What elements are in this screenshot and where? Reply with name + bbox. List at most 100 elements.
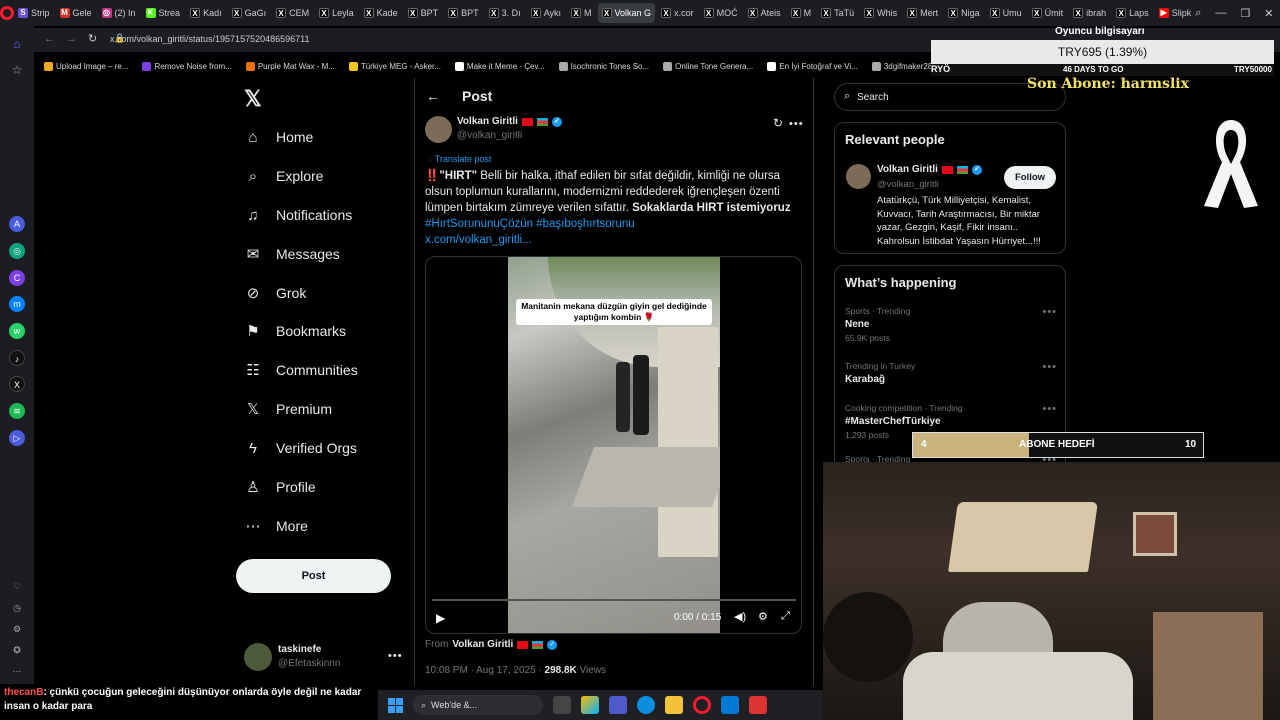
browser-tab[interactable]: X MOĆ bbox=[700, 3, 742, 23]
bookmark-item[interactable]: Isochronic Tones So... bbox=[558, 61, 649, 71]
browser-tab[interactable]: X GaGı bbox=[228, 3, 271, 23]
browser-tab[interactable]: K Strea bbox=[142, 3, 185, 23]
bulb-icon[interactable]: ✪ bbox=[9, 642, 25, 658]
aria-icon[interactable]: A bbox=[9, 216, 25, 232]
post-menu-icon[interactable]: ••• bbox=[789, 118, 804, 130]
browser-tab[interactable]: Xx.cor bbox=[657, 3, 698, 23]
reload-icon[interactable]: ↻ bbox=[88, 32, 97, 45]
browser-tab[interactable]: X Niga bbox=[944, 3, 984, 23]
person-name[interactable]: Volkan Giritli bbox=[877, 164, 938, 175]
bookmark-item[interactable]: Make it Meme - Çev... bbox=[454, 61, 545, 71]
nav-item-bookmarks[interactable]: ⚑ Bookmarks bbox=[244, 322, 346, 340]
nav-item-messages[interactable]: ✉ Messages bbox=[244, 245, 340, 263]
settings-icon[interactable]: ⚙ bbox=[9, 621, 25, 637]
bookmark-item[interactable]: Purple Mat Wax - M... bbox=[245, 61, 335, 71]
nav-item-verified-orgs[interactable]: ϟ Verified Orgs bbox=[244, 439, 357, 457]
close-window-icon[interactable]: ✕ bbox=[1264, 7, 1273, 20]
trend-item[interactable]: Trending in Turkey Karabağ ••• bbox=[845, 361, 1057, 388]
bookmark-item[interactable]: Online Tone Genera... bbox=[663, 61, 753, 71]
star-icon[interactable]: ☆ bbox=[9, 62, 25, 78]
from-name[interactable]: Volkan Giritli bbox=[452, 639, 513, 650]
grok-icon[interactable]: ↻ bbox=[773, 116, 783, 130]
author-handle[interactable]: @volkan_giritli bbox=[457, 130, 522, 141]
author-avatar[interactable] bbox=[425, 116, 452, 143]
player-icon[interactable]: ▷ bbox=[9, 430, 25, 446]
bookmark-item[interactable]: Türkiye MEG - Asker... bbox=[348, 61, 441, 71]
browser-tab[interactable]: X Volkan G bbox=[597, 3, 656, 23]
windows-start-icon[interactable] bbox=[388, 697, 403, 713]
search-tabs-icon[interactable]: ⌕ bbox=[1195, 7, 1201, 20]
x-logo-icon[interactable]: 𝕏 bbox=[244, 86, 262, 112]
author-name[interactable]: Volkan Giritli bbox=[457, 116, 518, 127]
browser-tab[interactable]: XM bbox=[567, 3, 596, 23]
bookmark-item[interactable]: Upload Image – re... bbox=[44, 61, 128, 71]
nav-item-explore[interactable]: ⌕ Explore bbox=[244, 167, 324, 185]
translate-post-link[interactable]: ◌ Translate post bbox=[427, 154, 491, 164]
browser-tab[interactable]: XM bbox=[787, 3, 816, 23]
browser-tab[interactable]: X BPT bbox=[404, 3, 443, 23]
more-icon[interactable]: ⋯ bbox=[9, 663, 25, 679]
browser-tab[interactable]: M Gele bbox=[56, 3, 96, 23]
trend-menu-icon[interactable]: ••• bbox=[1042, 306, 1057, 318]
browser-tab[interactable]: X Kadı bbox=[186, 3, 226, 23]
avatar[interactable] bbox=[244, 643, 272, 671]
trend-item[interactable]: Sports · Trending Nene 65.9K posts ••• bbox=[845, 306, 1057, 343]
browser-tab[interactable]: X Leyla bbox=[315, 3, 358, 23]
browser-tab[interactable]: X Ateis bbox=[744, 3, 785, 23]
nav-item-profile[interactable]: ♙ Profile bbox=[244, 478, 315, 496]
bookmark-item[interactable]: Remove Noise from... bbox=[142, 61, 232, 71]
search-input[interactable]: Search bbox=[857, 92, 889, 103]
play-icon[interactable]: ▶ bbox=[436, 611, 445, 625]
cs-icon[interactable]: C bbox=[9, 270, 25, 286]
forward-icon[interactable]: → bbox=[66, 33, 77, 45]
browser-tab[interactable]: X 3. Dı bbox=[485, 3, 525, 23]
explorer-icon[interactable] bbox=[665, 696, 683, 714]
minimize-icon[interactable]: — bbox=[1215, 7, 1226, 20]
nav-item-home[interactable]: ⌂ Home bbox=[244, 128, 313, 146]
browser-tab[interactable]: X Kade bbox=[360, 3, 402, 23]
url-field[interactable]: x.com/volkan_giritli/status/195715752048… bbox=[110, 34, 309, 44]
home-icon[interactable]: ⌂ bbox=[9, 36, 25, 52]
browser-tab[interactable]: X Ümit bbox=[1028, 3, 1068, 23]
browser-tab[interactable]: X TaTü bbox=[817, 3, 858, 23]
maximize-icon[interactable]: ❐ bbox=[1240, 7, 1250, 20]
person-handle[interactable]: @volkan_giritli bbox=[877, 179, 939, 190]
browser-tab[interactable]: X Whis bbox=[860, 3, 901, 23]
heart-icon[interactable]: ♡ bbox=[9, 578, 25, 594]
bookmark-item[interactable]: En İyi Fotoğraf ve Vi... bbox=[767, 61, 858, 71]
browser-tab[interactable]: ▶ Slipk bbox=[1155, 3, 1196, 23]
nav-item-grok[interactable]: ⊘ Grok bbox=[244, 284, 307, 302]
tiktok-icon[interactable]: ♪ bbox=[9, 350, 25, 366]
messenger-icon[interactable]: m bbox=[9, 296, 25, 312]
browser-tab[interactable]: X Aykı bbox=[527, 3, 565, 23]
copilot-icon[interactable] bbox=[581, 696, 599, 714]
trend-menu-icon[interactable]: ••• bbox=[1042, 361, 1057, 373]
x-icon[interactable]: X bbox=[9, 376, 25, 392]
browser-tab[interactable]: Xibrah bbox=[1069, 3, 1110, 23]
settings-icon[interactable]: ⚙ bbox=[758, 610, 768, 623]
fullscreen-icon[interactable]: ⤢ bbox=[781, 610, 790, 623]
browser-tab[interactable]: X Umu bbox=[986, 3, 1026, 23]
video-progress-bar[interactable] bbox=[432, 599, 796, 601]
volume-icon[interactable]: ◀) bbox=[734, 610, 746, 623]
browser-tab[interactable]: X BPT bbox=[444, 3, 483, 23]
browser-tab[interactable]: ◎ (2) In bbox=[98, 3, 140, 23]
opera-taskbar-icon[interactable] bbox=[693, 696, 711, 714]
spotify-icon[interactable]: ≋ bbox=[9, 403, 25, 419]
post-button[interactable]: Post bbox=[236, 559, 391, 593]
browser-tab[interactable]: X Laps bbox=[1112, 3, 1153, 23]
wps-icon[interactable] bbox=[749, 696, 767, 714]
post-hashtags[interactable]: #HırtSorununuÇözün #başıboşhırtsorunu bbox=[425, 218, 635, 230]
post-link[interactable]: x.com/volkan_giritli... bbox=[425, 234, 532, 246]
opera-logo-icon[interactable] bbox=[0, 0, 14, 26]
edge-icon[interactable] bbox=[637, 696, 655, 714]
follow-button[interactable]: Follow bbox=[1004, 166, 1056, 189]
chatgpt-icon[interactable]: ◎ bbox=[9, 243, 25, 259]
nav-item-more[interactable]: ⋯ More bbox=[244, 517, 308, 535]
account-menu-icon[interactable]: ••• bbox=[388, 650, 403, 662]
browser-tab[interactable]: S Strip bbox=[14, 3, 54, 23]
taskbar-search[interactable]: ⌕ Web'de &... bbox=[413, 695, 543, 715]
nav-item-communities[interactable]: ☷ Communities bbox=[244, 361, 357, 379]
browser-tab[interactable]: X Mert bbox=[903, 3, 942, 23]
nav-item-notifications[interactable]: ♫ Notifications bbox=[244, 206, 352, 224]
